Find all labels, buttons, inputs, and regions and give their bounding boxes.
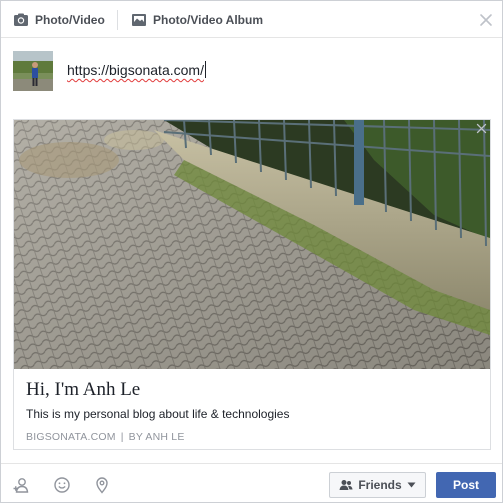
tab-photo-video[interactable]: Photo/Video xyxy=(13,11,105,29)
link-preview-image[interactable] xyxy=(14,120,490,369)
link-preview-meta: BIGSONATA.COM | BY ANH LE xyxy=(26,431,185,443)
link-preview-byline: BY ANH LE xyxy=(128,431,185,443)
link-preview-description: This is my personal blog about life & te… xyxy=(26,407,290,421)
avatar-image xyxy=(13,51,53,91)
composer-actions: Friends Post xyxy=(1,463,502,502)
composer-tabs: Photo/Video Photo/Video Album xyxy=(1,1,502,38)
close-icon[interactable] xyxy=(479,13,493,27)
text-caret xyxy=(204,61,206,78)
link-preview-card[interactable]: Hi, I'm Anh Le This is my personal blog … xyxy=(13,119,491,450)
friends-icon xyxy=(339,480,353,490)
tab-divider xyxy=(117,10,118,30)
audience-selector-button[interactable]: Friends xyxy=(329,472,426,498)
link-preview-title[interactable]: Hi, I'm Anh Le xyxy=(26,379,140,401)
tab-photo-video-label: Photo/Video xyxy=(35,13,105,27)
feeling-icon[interactable] xyxy=(53,476,71,494)
tab-photo-video-album[interactable]: Photo/Video Album xyxy=(131,11,263,29)
post-composer: Photo/Video Photo/Video Album https://bi… xyxy=(0,0,503,503)
status-input-text: https://bigsonata.com/ xyxy=(67,62,204,78)
chevron-down-icon xyxy=(407,482,416,488)
photo-album-icon xyxy=(132,14,146,26)
remove-preview-icon[interactable] xyxy=(476,123,487,134)
avatar xyxy=(13,51,53,91)
location-icon[interactable] xyxy=(93,476,111,494)
post-button[interactable]: Post xyxy=(436,472,496,498)
status-input[interactable]: https://bigsonata.com/ xyxy=(67,61,206,78)
audience-label: Friends xyxy=(358,478,402,492)
tab-photo-video-album-label: Photo/Video Album xyxy=(153,13,263,27)
tag-people-icon[interactable] xyxy=(12,476,30,494)
link-preview-domain: BIGSONATA.COM xyxy=(26,431,116,443)
meta-separator: | xyxy=(120,431,124,443)
link-preview-photo xyxy=(14,120,490,369)
camera-icon xyxy=(14,13,28,26)
link-preview-body[interactable]: Hi, I'm Anh Le This is my personal blog … xyxy=(14,369,490,449)
